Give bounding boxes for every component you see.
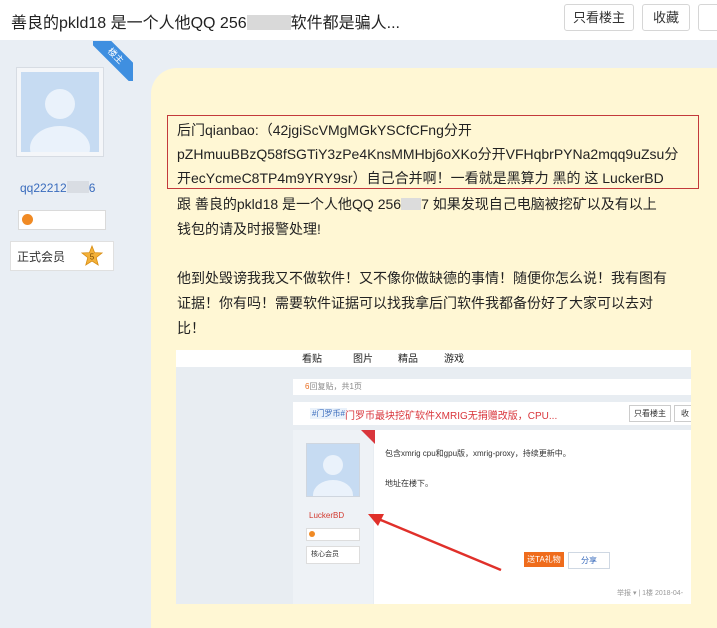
screenshot-member-badge: 核心会员 xyxy=(306,546,360,564)
level-icon xyxy=(22,214,33,225)
blurred-region xyxy=(66,181,89,193)
screenshot-fav-button: 收 xyxy=(674,405,691,422)
screenshot-nav-item: 图片 xyxy=(353,354,373,365)
embedded-screenshot: 看贴 图片 精品 游戏 6回复贴，共1页 #门罗币# 门罗币最块挖矿软件XMRI… xyxy=(176,350,691,604)
screenshot-nav: 看贴 图片 精品 游戏 xyxy=(176,350,691,367)
screenshot-only-op-button: 只看楼主 xyxy=(629,405,671,422)
title-text: 善良的pkld18 是一个人他QQ 256 xyxy=(11,15,247,32)
reply-info-text: 回复贴，共1页 xyxy=(309,382,362,391)
post-line: 他到处毁谤我我又不做软件！又不像你做缺德的事情！随便你怎么说！我有图有 xyxy=(177,270,667,286)
more-button[interactable] xyxy=(698,4,717,31)
blurred-region xyxy=(246,15,291,30)
screenshot-thread-title: 门罗币最块挖矿软件XMRIG无捐赠改版，CPU... xyxy=(345,411,558,422)
screenshot-title-bar: #门罗币# 门罗币最块挖矿软件XMRIG无捐赠改版，CPU... 只看楼主 收 xyxy=(293,402,691,425)
username-text: qq22212 xyxy=(20,181,67,195)
screenshot-username: LuckerBD xyxy=(309,511,345,520)
screenshot-level-icon xyxy=(309,531,315,537)
level-star-icon: 5 xyxy=(81,245,103,266)
screenshot-share-button: 分享 xyxy=(568,552,610,569)
screenshot-nav-item: 看贴 xyxy=(302,354,322,365)
screenshot-content-line: 地址在楼下。 xyxy=(385,479,433,488)
post-line-text: 如果发现自己电脑被挖矿以及有以上 xyxy=(432,196,657,212)
favorite-button[interactable]: 收藏 xyxy=(642,4,690,31)
op-flag: 楼主 xyxy=(93,41,133,81)
post-line: 开ecYcmeC8TP4m9YRY9sr）自己合并啊！一看就是黑算力 黑的 这 … xyxy=(177,170,664,186)
thread-title: 善良的pkld18 是一个人他QQ 256 软件都是骗人... xyxy=(11,9,400,33)
post-line: 比！ xyxy=(177,320,205,336)
blurred-region xyxy=(401,198,422,210)
screenshot-gift-button: 送TA礼物 xyxy=(524,552,564,567)
username-text-rest: 6 xyxy=(88,181,96,195)
post-line-text: 7 xyxy=(421,196,429,212)
screenshot-nav-item: 游戏 xyxy=(444,354,464,365)
screenshot-avatar xyxy=(306,443,360,510)
default-avatar-icon xyxy=(21,72,99,152)
member-badge: 正式会员 5 xyxy=(10,241,114,271)
screenshot-tag: #门罗币# xyxy=(310,408,347,419)
username-link[interactable]: qq22212 6 xyxy=(20,181,95,195)
screenshot-member-label: 核心会员 xyxy=(311,551,339,558)
avatar[interactable] xyxy=(16,67,104,157)
post-line: 证据！你有吗！需要软件证据可以找我拿后门软件我都备份好了大家可以去对 xyxy=(177,295,653,311)
title-text-rest: 软件都是骗人... xyxy=(290,15,400,32)
screenshot-post-footer: 举报 ▾ | 1楼 2018-04- xyxy=(617,590,684,597)
screenshot-reply-info: 6回复贴，共1页 xyxy=(305,381,362,392)
member-label: 正式会员 xyxy=(17,250,66,264)
screenshot-reply-bar: 6回复贴，共1页 xyxy=(293,379,691,395)
screenshot-nav-item: 精品 xyxy=(398,354,418,365)
post-line: 后门qianbao:（42jgiScVMgMGkYSCfCFng分开 xyxy=(177,122,472,138)
post-line: 跟 善良的pkld18 是一个人他QQ 256 7 如果发现自己电脑被挖矿以及有以… xyxy=(177,194,657,214)
screenshot-default-avatar-icon xyxy=(307,444,359,510)
only-op-button[interactable]: 只看楼主 xyxy=(564,4,634,31)
post-line: pZHmuuBBzQ58fSGTiY3zPe4KnsMMHbj6oXKo分开VF… xyxy=(177,146,679,162)
screenshot-content-line: 包含xmrig cpu和gpu版，xmrig-proxy，持续更新中。 xyxy=(385,449,571,458)
thread-header: 善良的pkld18 是一个人他QQ 256 软件都是骗人... 只看楼主 收藏 xyxy=(0,0,717,40)
red-arrow-icon xyxy=(368,514,502,572)
avatar-image xyxy=(21,72,99,152)
user-sidebar: qq22212 6 正式会员 5 xyxy=(0,40,132,604)
post-line-text: 跟 善良的pkld18 是一个人他QQ 256 xyxy=(177,196,402,212)
level-badge xyxy=(18,210,106,230)
screenshot-op-flag xyxy=(361,430,375,444)
screenshot-level-badge xyxy=(306,528,360,541)
post-line: 钱包的请及时报警处理! xyxy=(177,221,321,237)
level-number: 5 xyxy=(90,253,95,262)
